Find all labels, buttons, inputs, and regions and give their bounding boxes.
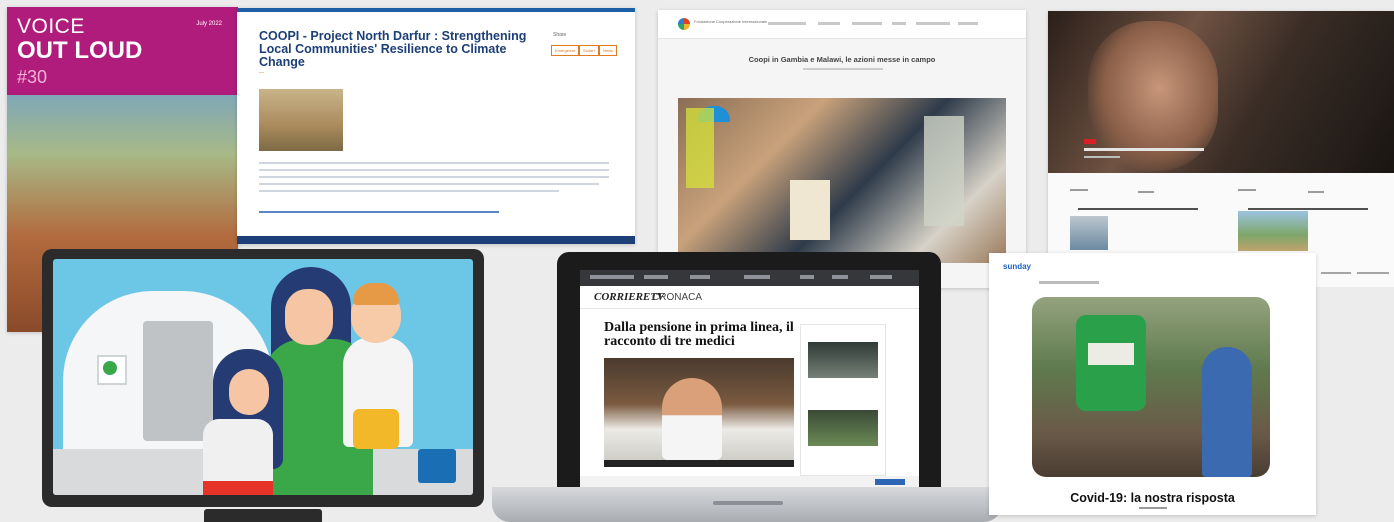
card-title[interactable]	[1248, 208, 1368, 210]
share-label: Share	[553, 32, 567, 38]
tv-screen	[53, 259, 473, 495]
video-controls[interactable]	[604, 460, 794, 467]
nav-item[interactable]	[832, 275, 848, 279]
card-thumbnail	[1070, 216, 1108, 250]
nav-item[interactable]	[892, 22, 906, 25]
medical-cross-icon	[103, 361, 117, 375]
video-player[interactable]	[604, 358, 794, 460]
nav-item[interactable]	[768, 22, 806, 25]
magazine-title-line2: OUT LOUD	[17, 37, 143, 64]
related-thumbnail[interactable]	[808, 410, 878, 446]
magazine-issue: #30	[17, 67, 48, 87]
article-link[interactable]	[259, 211, 499, 213]
meta-line	[1308, 191, 1324, 193]
site-header: Fondazione Cooperazione Internazionale	[658, 10, 1026, 39]
site-top-nav	[580, 270, 919, 286]
article-text-line	[259, 169, 609, 171]
card-title[interactable]	[1078, 208, 1198, 210]
vest-shape	[924, 116, 964, 226]
drum-label-shape	[1088, 343, 1134, 365]
meta-line	[1138, 191, 1154, 193]
accept-button[interactable]	[875, 479, 905, 485]
laptop-screen: CORRIERETV CRONACA Dalla pensione in pri…	[580, 270, 919, 490]
nav-item[interactable]	[916, 22, 950, 25]
tv-stand	[204, 509, 322, 522]
gambia-article-page: Fondazione Cooperazione Internazionale C…	[658, 10, 1026, 288]
article-text-line	[259, 176, 609, 178]
child-pants-shape	[353, 409, 399, 449]
news-page	[1048, 11, 1394, 263]
magazine-title-line1: VOICE	[17, 15, 85, 38]
tent-door-shape	[143, 321, 213, 441]
nav-item[interactable]	[818, 22, 840, 25]
child-hair-shape	[353, 283, 399, 305]
related-thumbnail[interactable]	[808, 342, 878, 378]
article-meta	[1139, 507, 1167, 509]
sidebar-line	[1357, 272, 1389, 274]
article-photo	[1032, 297, 1270, 477]
site-logo[interactable]: sunday	[1003, 262, 1031, 271]
article-date: —	[259, 70, 264, 76]
section-label[interactable]: CRONACA	[652, 292, 702, 303]
meta-line	[1238, 189, 1256, 191]
article-title: COOPI - Project North Darfur : Strengthe…	[259, 29, 527, 69]
nav-item[interactable]	[852, 22, 882, 25]
meta-line	[1070, 189, 1088, 191]
article-text-line	[259, 190, 559, 192]
person-shape	[1202, 347, 1252, 477]
nav-item[interactable]	[958, 22, 978, 25]
site-brand: Fondazione Cooperazione Internazionale	[694, 19, 768, 24]
article-photo	[678, 98, 1006, 263]
coopi-logo-icon[interactable]	[678, 18, 690, 30]
nav-item[interactable]	[590, 275, 634, 279]
laptop-notch	[713, 501, 783, 505]
covid-article-card: sunday Covid-19: la nostra risposta	[989, 253, 1316, 515]
laptop-frame: CORRIERETV CRONACA Dalla pensione in pri…	[557, 252, 941, 502]
breadcrumb	[1039, 281, 1099, 284]
vest-shape	[686, 108, 714, 188]
article-tag[interactable]: Emergenze	[551, 45, 580, 56]
article-text-line	[259, 162, 609, 164]
magazine-date: July 2022	[196, 21, 222, 27]
girl-face-shape	[229, 369, 269, 415]
article-headline: Coopi in Gambia e Malawi, le azioni mess…	[748, 55, 936, 64]
girl-skirt-shape	[203, 481, 273, 495]
speaker-shape	[662, 378, 722, 460]
category-badge	[1084, 139, 1096, 144]
nav-item[interactable]	[644, 275, 668, 279]
article-text-line	[259, 183, 599, 185]
card-thumbnail	[1238, 211, 1308, 251]
article-caption: Covid-19: la nostra risposta	[1070, 491, 1235, 505]
coopi-logo	[418, 449, 456, 483]
hero-meta	[1084, 156, 1120, 158]
breadcrumb	[803, 68, 883, 70]
tv-frame	[42, 249, 484, 507]
hero-caption[interactable]	[1084, 148, 1204, 151]
bag-shape	[790, 180, 830, 240]
woman-face-shape	[285, 289, 333, 345]
coopi-article-page: COOPI - Project North Darfur : Strengthe…	[237, 8, 635, 244]
article-tag[interactable]: News	[599, 45, 618, 56]
article-headline: Dalla pensione in prima linea, il raccon…	[604, 320, 794, 349]
article-thumbnail	[259, 89, 343, 151]
nav-item[interactable]	[800, 275, 814, 279]
nav-item[interactable]	[690, 275, 710, 279]
page-footer	[237, 236, 635, 244]
nav-item[interactable]	[744, 275, 770, 279]
article-tag[interactable]: Sudan	[579, 45, 599, 56]
nav-item[interactable]	[870, 275, 892, 279]
sidebar-line	[1321, 272, 1351, 274]
